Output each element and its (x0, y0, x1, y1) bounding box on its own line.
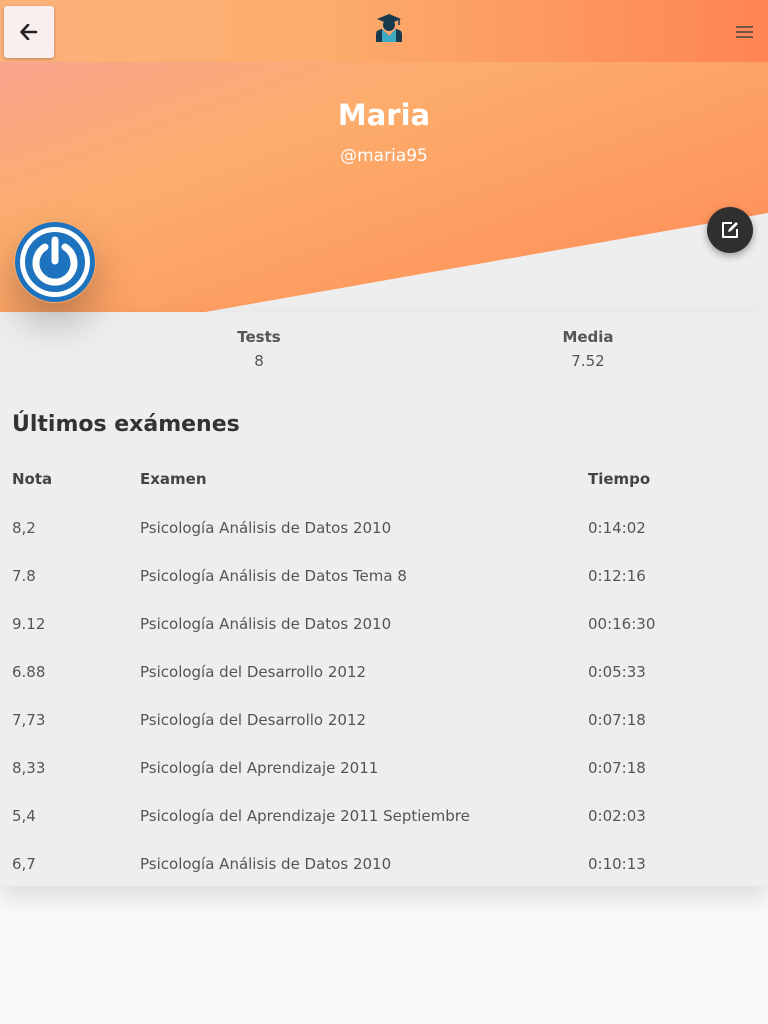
avatar[interactable] (14, 221, 96, 303)
table-row[interactable]: 6,7 Psicología Análisis de Datos 2010 0:… (0, 854, 768, 902)
tiempo-cell: 00:16:30 (588, 615, 656, 633)
graduate-icon (376, 14, 402, 42)
table-row[interactable]: 7.8 Psicología Análisis de Datos Tema 8 … (0, 566, 768, 614)
tests-label: Tests (237, 328, 281, 346)
media-label: Media (562, 328, 614, 346)
tiempo-cell: 0:05:33 (588, 663, 646, 681)
menu-button[interactable] (734, 22, 756, 42)
nota-cell: 6.88 (12, 663, 46, 681)
column-header-tiempo: Tiempo (588, 470, 651, 488)
nota-cell: 9.12 (12, 615, 46, 633)
arrow-left-icon (20, 24, 38, 40)
nota-cell: 8,33 (12, 759, 46, 777)
tiempo-cell: 0:12:16 (588, 567, 646, 585)
examen-cell: Psicología del Aprendizaje 2011 (140, 759, 379, 777)
media-value: 7.52 (571, 352, 605, 370)
table-row[interactable]: 6.88 Psicología del Desarrollo 2012 0:05… (0, 662, 768, 710)
hamburger-menu-icon (736, 26, 753, 38)
examen-cell: Psicología Análisis de Datos 2010 (140, 519, 392, 537)
tiempo-cell: 0:02:03 (588, 807, 646, 825)
profile-name: Maria (337, 98, 431, 132)
edit-icon (722, 222, 738, 238)
table-row[interactable]: 8,33 Psicología del Aprendizaje 2011 0:0… (0, 758, 768, 806)
power-icon (15, 222, 95, 302)
profile-card: Tests 8 Media 7.52 Últimos exámenes Nota… (0, 312, 768, 886)
examen-cell: Psicología del Desarrollo 2012 (140, 711, 367, 729)
nota-cell: 7,73 (12, 711, 46, 729)
nota-cell: 6,7 (12, 855, 36, 873)
tiempo-cell: 0:14:02 (588, 519, 646, 537)
nota-cell: 5,4 (12, 807, 36, 825)
nota-cell: 8,2 (12, 519, 36, 537)
tiempo-cell: 0:07:18 (588, 759, 646, 777)
edit-profile-button[interactable] (707, 207, 753, 253)
examen-cell: Psicología Análisis de Datos Tema 8 (140, 567, 407, 585)
column-header-examen: Examen (140, 470, 207, 488)
table-row[interactable]: 9.12 Psicología Análisis de Datos 2010 0… (0, 614, 768, 662)
nota-cell: 7.8 (12, 567, 36, 585)
column-header-nota: Nota (12, 470, 53, 488)
tiempo-cell: 0:07:18 (588, 711, 646, 729)
tiempo-cell: 0:10:13 (588, 855, 646, 873)
examen-cell: Psicología Análisis de Datos 2010 (140, 615, 392, 633)
back-button[interactable] (4, 6, 54, 58)
table-row[interactable]: 5,4 Psicología del Aprendizaje 2011 Sept… (0, 806, 768, 854)
examen-cell: Psicología Análisis de Datos 2010 (140, 855, 392, 873)
tests-value: 8 (254, 352, 264, 370)
profile-handle: @maria95 (340, 146, 428, 166)
table-row[interactable]: 7,73 Psicología del Desarrollo 2012 0:07… (0, 710, 768, 758)
table-row[interactable]: 8,2 Psicología Análisis de Datos 2010 0:… (0, 518, 768, 566)
section-title: Últimos exámenes (12, 412, 240, 437)
examen-cell: Psicología del Aprendizaje 2011 Septiemb… (140, 807, 470, 825)
examen-cell: Psicología del Desarrollo 2012 (140, 663, 367, 681)
